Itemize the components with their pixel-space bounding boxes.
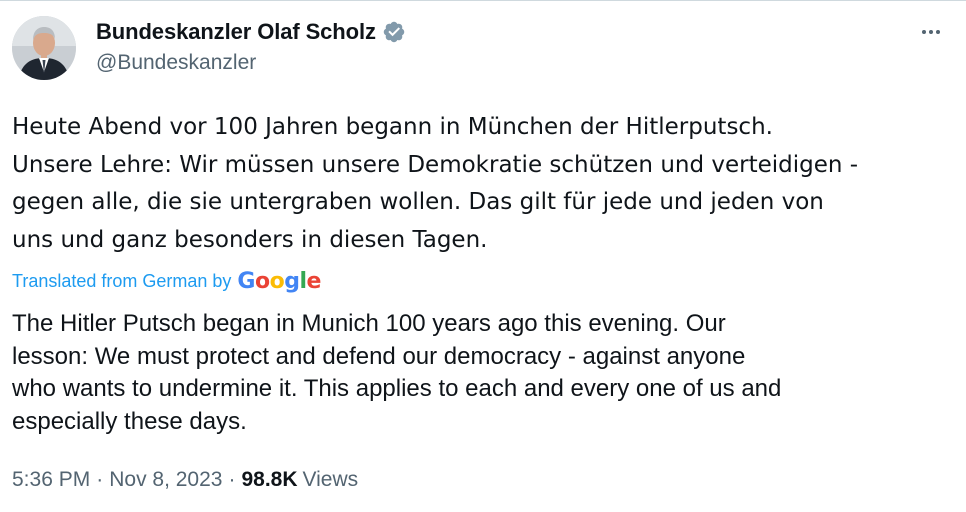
author-display-name[interactable]: Bundeskanzler Olaf Scholz (96, 19, 376, 45)
google-logo-letter: g (284, 269, 300, 294)
google-logo-letter: o (254, 269, 270, 294)
tweet-original-text: Heute Abend vor 100 Jahren begann in Mün… (12, 109, 952, 259)
google-logo-letter: e (306, 269, 322, 294)
views-count: 98.8K (241, 468, 298, 491)
avatar[interactable] (12, 16, 76, 80)
more-horizontal-icon[interactable] (918, 19, 944, 45)
google-logo-letter: G (237, 269, 255, 294)
tweet-time: 5:36 PM (12, 468, 91, 491)
tweet-metadata: 5:36 PM · Nov 8, 2023 · 98.8K Views (12, 468, 358, 492)
original-text-line: Heute Abend vor 100 Jahren begann in Mün… (12, 114, 773, 140)
tweet-date: Nov 8, 2023 (109, 468, 223, 491)
verified-badge-icon (382, 20, 406, 44)
translation-attribution: Translated from German by Google (12, 269, 321, 294)
author-name-row: Bundeskanzler Olaf Scholz (96, 17, 406, 47)
translated-text-line: who wants to undermine it. This applies … (12, 375, 782, 402)
meta-separator: · (96, 468, 104, 491)
translated-text-line: especially these days. (12, 407, 247, 435)
translated-text-line: The Hitler Putsch began in Munich 100 ye… (12, 310, 726, 337)
translated-from-link[interactable]: Translated from German by (12, 271, 231, 292)
google-logo-letter: l (299, 269, 307, 294)
meta-separator: · (228, 468, 236, 491)
translated-text-line: lesson: We must protect and defend our d… (12, 342, 746, 370)
views-label: Views (302, 468, 359, 491)
tweet-translated-text: The Hitler Putsch began in Munich 100 ye… (12, 308, 952, 438)
tweet-card: Bundeskanzler Olaf Scholz @Bundeskanzler… (0, 0, 966, 512)
original-text-line: uns und ganz besonders in diesen Tagen. (12, 226, 488, 253)
original-text-line: gegen alle, die sie untergraben wollen. … (12, 189, 824, 215)
tweet-timestamp[interactable]: 5:36 PM · Nov 8, 2023 (12, 468, 222, 492)
original-text-line: Unsere Lehre: Wir müssen unsere Demokrat… (12, 151, 859, 178)
google-logo-letter: o (269, 269, 285, 294)
author-handle[interactable]: @Bundeskanzler (96, 51, 256, 75)
avatar-portrait (12, 16, 76, 80)
google-logo: Google (237, 269, 321, 294)
